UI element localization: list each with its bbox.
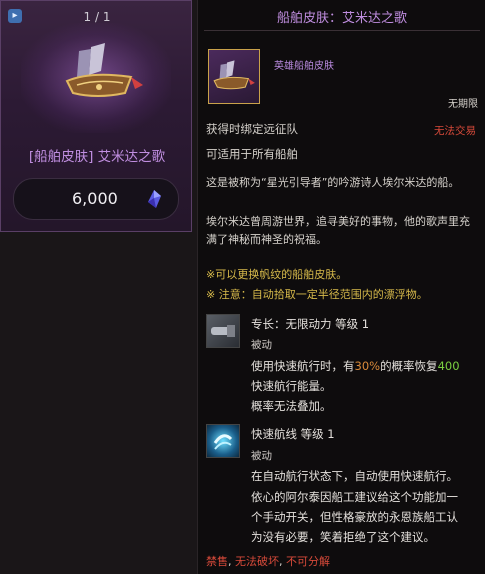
card-item-name: [船舶皮肤] 艾米达之歌: [28, 149, 166, 165]
skill-type: 被动: [251, 450, 272, 462]
skill-type: 被动: [251, 339, 272, 351]
skill-name: 专长：无限动力 等级 1: [251, 317, 370, 331]
skill-effect-line: 为没有必要，笑着拒绝了这个建议。: [251, 530, 435, 544]
skill-effect-line: 在自动航行状态下，自动使用快速航行。: [251, 469, 458, 483]
shop-item-card[interactable]: ▸ 1 / 1 [船舶皮肤] 艾米达之歌 6,000: [0, 0, 192, 232]
skill-effect-line: 个手动开关，但性格豪放的永恩族船工认: [251, 510, 458, 524]
note-line: ※ 注意：自动拾取一定半径范围内的漂浮物。: [206, 288, 428, 301]
page-indicator: 1 / 1: [83, 10, 111, 24]
skill-effect-line: 依心的阿尔泰因船工建议给这个功能加一: [251, 490, 458, 504]
fast-route-skill-icon: [206, 424, 240, 458]
skill-effect-line: 快速航行能量。: [251, 379, 332, 393]
ship-skin-icon: [213, 60, 255, 90]
engine-skill-icon: [206, 314, 240, 348]
price-value: 6,000: [72, 189, 118, 208]
usable-info: 可适用于所有船舶: [206, 147, 298, 161]
bind-info: 获得时绑定远征队: [206, 122, 298, 136]
price-button[interactable]: 6,000: [13, 178, 179, 220]
description-line: 满了神秘而神圣的祝福。: [206, 233, 327, 246]
description-line: 埃尔米达曾周游世界，追寻美好的事物，他的歌声里充: [206, 215, 470, 228]
duration-label: 无期限: [448, 99, 478, 110]
crystal-icon: [148, 190, 161, 208]
item-tooltip: 船舶皮肤：艾米达之歌 英雄船舶皮肤 无期限 获得时绑定远征队 无法交易 可适用于…: [197, 0, 485, 574]
item-type-label: 英雄船舶皮肤: [274, 61, 334, 72]
description-line: 这是被称为“星光引导者”的吟游诗人埃尔米达的船。: [206, 176, 460, 189]
note-line: ※可以更换帆纹的船舶皮肤。: [206, 268, 348, 281]
tooltip-title: 船舶皮肤：艾米达之歌: [276, 11, 407, 26]
item-thumbnail: [208, 49, 260, 104]
skill-name: 快速航线 等级 1: [251, 427, 335, 441]
skill-effect-line: 使用快速航行时，有30%的概率恢复400: [251, 359, 460, 373]
divider: [204, 30, 480, 31]
skill-effect-line: 概率无法叠加。: [251, 399, 332, 413]
restrictions-footer: 禁售, 无法破坏, 不可分解: [206, 555, 330, 568]
trade-status: 无法交易: [434, 125, 476, 137]
ship-skin-icon: [65, 43, 143, 97]
